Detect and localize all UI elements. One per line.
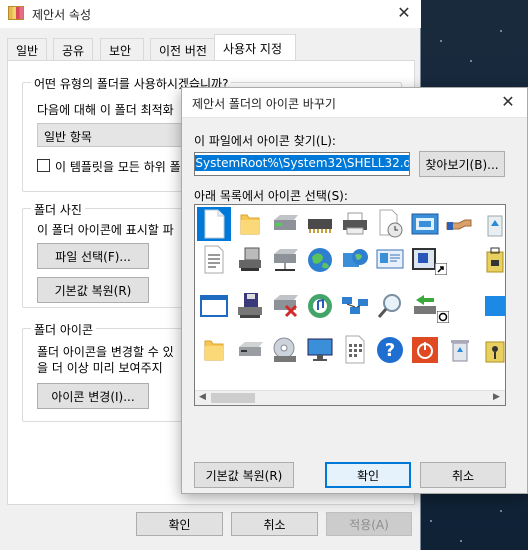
monitor-blue-icon[interactable] <box>303 333 337 367</box>
tab-customize[interactable]: 사용자 지정 <box>214 34 296 61</box>
cd-music-icon[interactable] <box>303 289 337 323</box>
tab-general[interactable]: 일반 <box>7 38 47 60</box>
scroll-right-arrow-icon[interactable]: ▶ <box>493 392 500 402</box>
recycle-icon[interactable] <box>478 207 505 241</box>
folder-icons-title: 폴더 아이콘 <box>31 321 97 338</box>
tab-security[interactable]: 보안 <box>100 38 144 60</box>
dialog-ok-button[interactable]: 확인 <box>325 462 411 488</box>
hard-drive-icon[interactable] <box>268 207 302 241</box>
optimize-label: 다음에 대해 이 폴더 최적화 <box>37 103 174 117</box>
ok-button[interactable]: 확인 <box>136 512 223 536</box>
choose-file-button[interactable]: 파일 선택(F)... <box>37 243 149 269</box>
drive-gray-icon[interactable] <box>233 333 267 367</box>
folder-yellow-icon[interactable] <box>197 333 231 367</box>
help-question-icon[interactable]: ? <box>373 333 407 367</box>
icon-list-label: 아래 목록에서 아이콘 선택(S): <box>194 189 348 203</box>
network-nodes-icon[interactable] <box>338 289 372 323</box>
optimize-selected-value: 일반 항목 <box>44 130 92 144</box>
folder-icons-description-line1: 폴더 아이콘을 변경할 수 있 <box>37 345 174 359</box>
scroll-left-arrow-icon[interactable]: ◀ <box>199 392 206 402</box>
change-icon-button[interactable]: 아이콘 변경(I)... <box>37 383 149 409</box>
printer-icon[interactable] <box>338 207 372 241</box>
folder-icons-description-line2: 을 더 이상 미리 보여주지 <box>37 361 163 375</box>
folder-properties-icon <box>8 6 24 20</box>
document-clock-icon[interactable] <box>373 207 407 241</box>
window-title: 제안서 속성 <box>32 8 92 22</box>
tab-previous-versions[interactable]: 이전 버전 <box>150 38 218 60</box>
dialog-restore-default-button[interactable]: 기본값 복원(R) <box>194 462 294 488</box>
scrollbar-thumb[interactable] <box>211 393 255 403</box>
title-bar[interactable]: 제안서 속성 ✕ <box>0 0 421 28</box>
key-folder-icon[interactable] <box>478 333 505 367</box>
hand-share-icon[interactable] <box>443 207 477 241</box>
apply-subfolders-label: 이 템플릿을 모든 하위 폴더 <box>55 160 192 174</box>
briefcase-icon[interactable] <box>478 243 505 277</box>
browse-button[interactable]: 찾아보기(B)... <box>419 151 505 177</box>
drive-error-icon[interactable] <box>268 289 302 323</box>
close-button[interactable]: ✕ <box>392 3 416 23</box>
clock-shortcut-icon[interactable] <box>435 309 451 325</box>
icon-list[interactable]: ? ◀ ▶ <box>194 204 506 406</box>
trash-full-icon[interactable] <box>443 333 477 367</box>
network-globe-icon[interactable] <box>338 243 372 277</box>
monitor-id-icon[interactable] <box>373 243 407 277</box>
floppy-stack-icon[interactable] <box>233 289 267 323</box>
dialog-title: 제안서 폴더의 아이콘 바꾸기 <box>192 97 336 111</box>
apply-subfolders-checkbox[interactable] <box>37 159 50 172</box>
folder-pictures-description: 이 폴더 아이콘에 표시할 파 <box>37 223 174 237</box>
apply-button[interactable]: 적용(A) <box>326 512 412 536</box>
memory-chip-icon[interactable] <box>303 207 337 241</box>
change-icon-dialog: 제안서 폴더의 아이콘 바꾸기 ✕ 이 파일에서 아이콘 찾기(L): %Sys… <box>181 87 528 494</box>
dialog-close-button[interactable]: ✕ <box>496 92 520 112</box>
network-drive-icon[interactable] <box>233 243 267 277</box>
svg-text:?: ? <box>385 340 395 361</box>
window-icon[interactable] <box>197 289 231 323</box>
icon-file-path-input[interactable]: %SystemRoot%\System32\SHELL32.dll <box>194 152 410 176</box>
folder-icon[interactable] <box>233 207 267 241</box>
icon-file-path-value: %SystemRoot%\System32\SHELL32.dll <box>195 155 409 171</box>
text-document-icon[interactable] <box>197 243 231 277</box>
tab-sharing[interactable]: 공유 <box>53 38 93 60</box>
restore-default-picture-button[interactable]: 기본값 복원(R) <box>37 277 149 303</box>
shortcut-arrow-icon[interactable] <box>433 261 449 277</box>
grid-document-icon[interactable] <box>338 333 372 367</box>
cd-rom-icon[interactable] <box>268 333 302 367</box>
icon-list-scrollbar[interactable]: ◀ ▶ <box>195 390 505 405</box>
network-drive-2-icon[interactable] <box>268 243 302 277</box>
globe-icon[interactable] <box>303 243 337 277</box>
find-icons-label: 이 파일에서 아이콘 찾기(L): <box>194 134 336 148</box>
magnifier-icon[interactable] <box>373 289 407 323</box>
dialog-title-bar[interactable]: 제안서 폴더의 아이콘 바꾸기 ✕ <box>182 88 527 118</box>
application-window-icon[interactable] <box>408 207 442 241</box>
dialog-cancel-button[interactable]: 취소 <box>420 462 506 488</box>
blank-document-icon[interactable] <box>197 207 231 241</box>
power-button-icon[interactable] <box>408 333 442 367</box>
cancel-button[interactable]: 취소 <box>231 512 318 536</box>
blue-square-icon[interactable] <box>478 289 505 323</box>
folder-pictures-title: 폴더 사진 <box>31 201 85 218</box>
